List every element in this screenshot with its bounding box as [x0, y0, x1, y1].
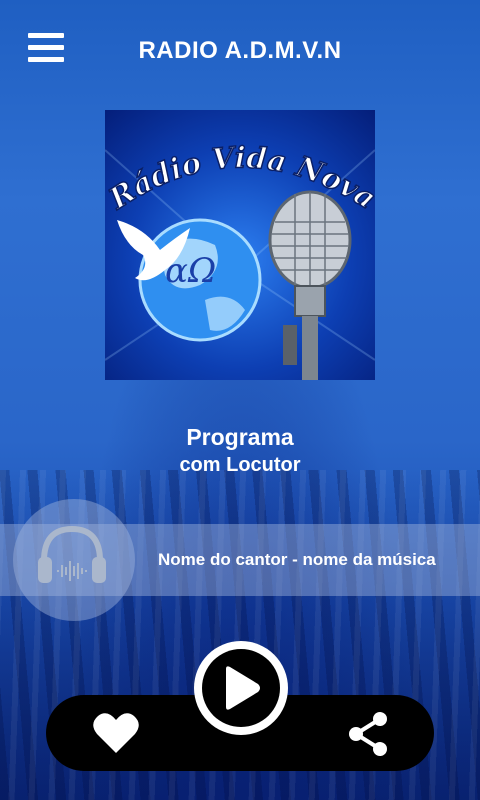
station-logo: Rádio Vida Nova αΩ	[105, 110, 375, 380]
program-name: Programa	[186, 424, 294, 450]
app-header: RADIO A.D.M.V.N	[0, 0, 480, 100]
share-icon[interactable]	[346, 711, 390, 757]
page-title: RADIO A.D.M.V.N	[138, 37, 342, 64]
play-button[interactable]	[194, 641, 288, 735]
track-title: Nome do cantor - nome da música	[158, 550, 436, 569]
heart-icon[interactable]	[92, 711, 140, 755]
announcer-name: com Locutor	[179, 454, 301, 476]
headphones-icon	[36, 523, 108, 587]
play-icon	[226, 666, 260, 710]
alpha-omega-symbol: αΩ	[165, 251, 216, 291]
